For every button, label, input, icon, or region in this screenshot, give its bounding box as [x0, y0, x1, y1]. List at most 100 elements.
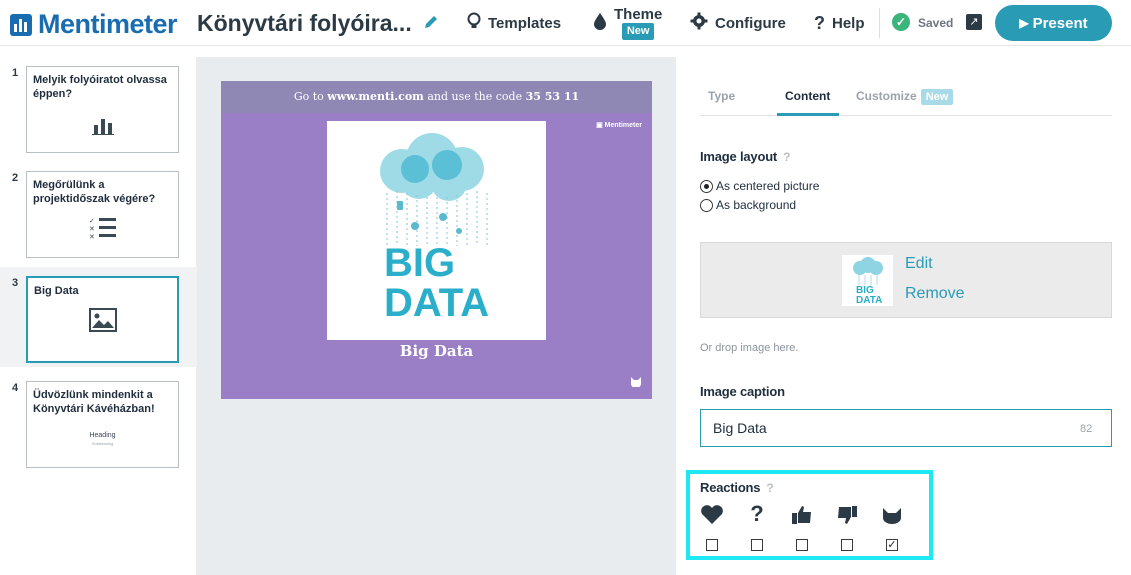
image-text-big: BIG: [384, 241, 455, 285]
slide-title: Big Data: [34, 285, 79, 297]
drop-image-hint: Or drop image here.: [700, 342, 799, 354]
lightbulb-icon: [467, 12, 481, 35]
slide-title: Megőrülünk a projektidőszak végére?: [33, 179, 156, 205]
editor-panel: Type Content Customize New Image layout? …: [676, 57, 1131, 575]
heart-icon: [699, 505, 725, 531]
reactions-label: Reactions?: [700, 480, 774, 495]
customize-new-badge: New: [920, 89, 954, 105]
present-button[interactable]: ▶ Present: [995, 5, 1112, 41]
reaction-thumbs-up-checkbox[interactable]: [796, 539, 808, 551]
slide-item-4[interactable]: 4 Üdvözlünk mindenkit a Könyvtári Kávéhá…: [0, 372, 197, 472]
reaction-thumbs-down-checkbox[interactable]: [841, 539, 853, 551]
slide-title: Melyik folyóiratot olvassa éppen?: [33, 74, 167, 100]
theme-new-badge: New: [621, 22, 655, 40]
svg-text:✓: ✓: [89, 217, 95, 225]
saved-status: Saved: [918, 16, 954, 30]
configure-button[interactable]: Configure: [690, 0, 786, 46]
layout-option-background[interactable]: As background: [700, 198, 796, 212]
theme-label: Theme: [614, 5, 663, 23]
slide-item-1[interactable]: 1 Melyik folyóiratot olvassa éppen?: [0, 57, 197, 157]
remove-image-link[interactable]: Remove: [905, 285, 965, 303]
slide-image: BIG DATA: [327, 121, 546, 340]
image-caption-label: Image caption: [700, 384, 785, 399]
caption-char-count: 82: [1080, 423, 1093, 435]
reaction-cat-checkbox[interactable]: ✓: [886, 539, 898, 551]
image-card-thumbnail: BIG DATA: [842, 255, 893, 306]
ranking-list-icon: ✓ ✕ ✕: [27, 216, 178, 245]
radio-background[interactable]: [700, 198, 713, 212]
active-tab-indicator: [777, 113, 839, 116]
slide-preview[interactable]: Go to www.menti.com and use the code 35 …: [221, 81, 652, 399]
configure-label: Configure: [715, 14, 786, 32]
mentimeter-logo[interactable]: Mentimeter: [10, 9, 178, 40]
help-label: Help: [832, 14, 865, 32]
slide-thumbnail[interactable]: Megőrülünk a projektidőszak végére? ✓ ✕ ✕: [26, 171, 179, 258]
join-prefix: Go to: [293, 90, 324, 103]
thumb-heading: Heading: [89, 432, 116, 439]
reactions-text: Reactions: [700, 480, 761, 495]
slide-number: 4: [12, 382, 19, 394]
svg-text:✕: ✕: [89, 225, 95, 233]
join-instructions: Go to www.menti.com and use the code 35 …: [221, 81, 652, 113]
mentimeter-small-logo: ▣ Mentimeter: [596, 122, 642, 129]
help-button[interactable]: ? Help: [814, 0, 865, 46]
templates-button[interactable]: Templates: [467, 0, 561, 46]
bar-chart-icon: [27, 117, 178, 140]
slide-caption: Big Data: [399, 342, 474, 360]
external-link-icon[interactable]: ↗: [966, 14, 982, 30]
question-icon: ?: [750, 501, 764, 526]
edit-image-link[interactable]: Edit: [905, 255, 933, 273]
pencil-icon[interactable]: [423, 14, 439, 30]
small-logo-text: Mentimeter: [604, 122, 642, 129]
presentation-title[interactable]: Könyvtári folyóira...: [197, 10, 412, 37]
customize-label: Customize: [856, 89, 917, 103]
image-card: BIG DATA Edit Remove: [700, 242, 1112, 318]
slide-thumbnail[interactable]: Big Data: [26, 276, 179, 363]
templates-label: Templates: [488, 14, 562, 32]
brand-name: Mentimeter: [38, 9, 178, 39]
question-mark-icon: ?: [814, 12, 825, 33]
slide-canvas: Go to www.menti.com and use the code 35 …: [197, 57, 676, 575]
tab-content[interactable]: Content: [785, 89, 830, 103]
image-icon: [28, 308, 177, 337]
radio-centered[interactable]: [700, 179, 713, 193]
thumb-text-data: DATA: [856, 295, 882, 306]
join-mid: and use the code: [427, 90, 523, 103]
image-layout-text: Image layout: [700, 149, 778, 164]
check-circle-icon: ✓: [892, 13, 910, 31]
reaction-heart-checkbox[interactable]: [706, 539, 718, 551]
thumb-subheading: Subheading: [91, 441, 114, 446]
tab-type[interactable]: Type: [708, 89, 735, 103]
slide-number: 1: [12, 67, 19, 79]
image-layout-label: Image layout?: [700, 149, 790, 164]
divider: [879, 8, 880, 38]
join-code: 35 53 11: [525, 90, 580, 103]
reaction-question-checkbox[interactable]: [751, 539, 763, 551]
thumbs-up-icon: [789, 505, 815, 531]
thumbs-down-icon: [834, 505, 860, 531]
present-label: Present: [1032, 14, 1088, 32]
join-url: www.menti.com: [327, 90, 424, 103]
gear-icon: [690, 12, 708, 35]
slide-thumbnail[interactable]: Üdvözlünk mindenkit a Könyvtári Kávéházb…: [26, 381, 179, 468]
panel-tabs: Type Content Customize New: [700, 81, 1112, 116]
slide-list: 1 Melyik folyóiratot olvassa éppen? 2 Me…: [0, 57, 197, 575]
slide-item-3[interactable]: 3 Big Data: [0, 267, 197, 367]
slide-item-2[interactable]: 2 Megőrülünk a projektidőszak végére? ✓ ✕…: [0, 162, 197, 262]
droplet-icon: [593, 12, 607, 35]
slide-number: 2: [12, 172, 19, 184]
slide-title: Üdvözlünk mindenkit a Könyvtári Kávéházb…: [33, 389, 155, 415]
theme-button[interactable]: Theme New: [593, 0, 662, 46]
tab-customize[interactable]: Customize New: [856, 89, 954, 105]
help-icon[interactable]: ?: [766, 481, 773, 495]
layout-option-centered[interactable]: As centered picture: [700, 179, 819, 193]
help-icon[interactable]: ?: [783, 150, 790, 164]
slide-thumbnail[interactable]: Melyik folyóiratot olvassa éppen?: [26, 66, 179, 153]
image-text-data: DATA: [384, 281, 489, 325]
logo-bars-icon: [10, 13, 32, 36]
slide-number: 3: [12, 277, 19, 289]
image-caption-input[interactable]: [700, 409, 1112, 447]
layout-option-label: As centered picture: [716, 179, 820, 193]
svg-text:✕: ✕: [89, 233, 95, 240]
top-bar: Mentimeter Könyvtári folyóira... Templat…: [0, 0, 1131, 46]
